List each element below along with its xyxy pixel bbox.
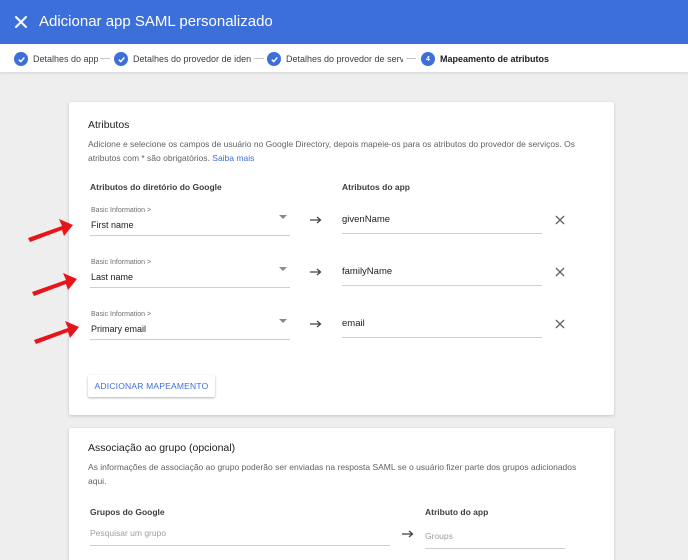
app-attribute-input[interactable] (342, 266, 532, 277)
attributes-description: Adicione e selecione os campos de usuári… (88, 139, 575, 163)
category-label: Basic Information > (91, 311, 152, 318)
arrow-right-icon (310, 216, 322, 224)
group-attribute-field[interactable] (425, 529, 565, 549)
step-connector (100, 58, 110, 59)
attributes-title: Atributos (88, 119, 130, 131)
group-search-field[interactable] (90, 526, 390, 546)
app-attribute-field[interactable] (342, 210, 542, 234)
step-app-details[interactable]: Detalhes do app (14, 51, 98, 67)
check-icon (14, 52, 28, 66)
app-attribute-field[interactable] (342, 314, 542, 338)
remove-mapping-icon[interactable] (555, 319, 565, 329)
dropdown-caret-icon (279, 267, 287, 271)
annotation-arrow-icon (32, 273, 77, 296)
app-attributes-header: Atributos do app (342, 182, 410, 192)
step-label: Detalhes do provedor de identi (133, 54, 251, 64)
remove-mapping-icon[interactable] (555, 215, 565, 225)
selected-field: Last name (91, 272, 134, 282)
step-number: 4 (421, 52, 435, 66)
group-search-input[interactable] (90, 528, 380, 538)
google-groups-header: Grupos do Google (90, 507, 165, 517)
add-mapping-button[interactable]: ADICIONAR MAPEAMENTO (88, 375, 215, 397)
google-attribute-select[interactable]: Basic Information > First name (90, 204, 290, 236)
step-connector (406, 58, 416, 59)
top-bar: Adicionar app SAML personalizado (0, 0, 688, 44)
learn-more-link[interactable]: Saiba mais (212, 153, 254, 163)
step-connector (254, 58, 264, 59)
group-description: As informações de associação ao grupo po… (88, 462, 577, 486)
stepper: Detalhes do app Detalhes do provedor de … (0, 44, 688, 73)
step-sp-details[interactable]: Detalhes do provedor de serviç (267, 51, 403, 67)
check-icon (114, 52, 128, 66)
category-label: Basic Information > (91, 259, 152, 266)
dropdown-caret-icon (279, 319, 287, 323)
check-icon (267, 52, 281, 66)
category-label: Basic Information > (91, 207, 152, 214)
step-label: Mapeamento de atributos (440, 54, 550, 64)
app-attribute-input[interactable] (342, 214, 532, 225)
google-attributes-header: Atributos do diretório do Google (90, 182, 222, 192)
remove-mapping-icon[interactable] (555, 267, 565, 277)
selected-field: First name (91, 220, 134, 230)
step-idp-details[interactable]: Detalhes do provedor de identi (114, 51, 251, 67)
annotation-arrow-icon (28, 219, 73, 242)
attributes-card: Atributos Adicione e selecione os campos… (69, 102, 614, 415)
google-attribute-select[interactable]: Basic Information > Primary email (90, 308, 290, 340)
app-attribute-input[interactable] (342, 318, 532, 329)
app-attribute-field[interactable] (342, 262, 542, 286)
step-label: Detalhes do app (33, 54, 98, 64)
selected-field: Primary email (91, 324, 147, 334)
arrow-right-icon (402, 530, 414, 538)
group-title: Associação ao grupo (opcional) (88, 442, 236, 454)
google-attribute-select[interactable]: Basic Information > Last name (90, 256, 290, 288)
app-attribute-header: Atributo do app (425, 507, 489, 517)
close-icon[interactable] (12, 13, 30, 31)
arrow-right-icon (310, 320, 322, 328)
step-label: Detalhes do provedor de serviç (286, 54, 403, 64)
annotation-arrow-icon (34, 321, 79, 344)
dialog-title: Adicionar app SAML personalizado (39, 13, 273, 30)
group-attribute-input[interactable] (425, 531, 555, 541)
step-attribute-mapping[interactable]: 4 Mapeamento de atributos (421, 51, 551, 67)
group-membership-card: Associação ao grupo (opcional) As inform… (69, 428, 614, 560)
arrow-right-icon (310, 268, 322, 276)
dropdown-caret-icon (279, 215, 287, 219)
